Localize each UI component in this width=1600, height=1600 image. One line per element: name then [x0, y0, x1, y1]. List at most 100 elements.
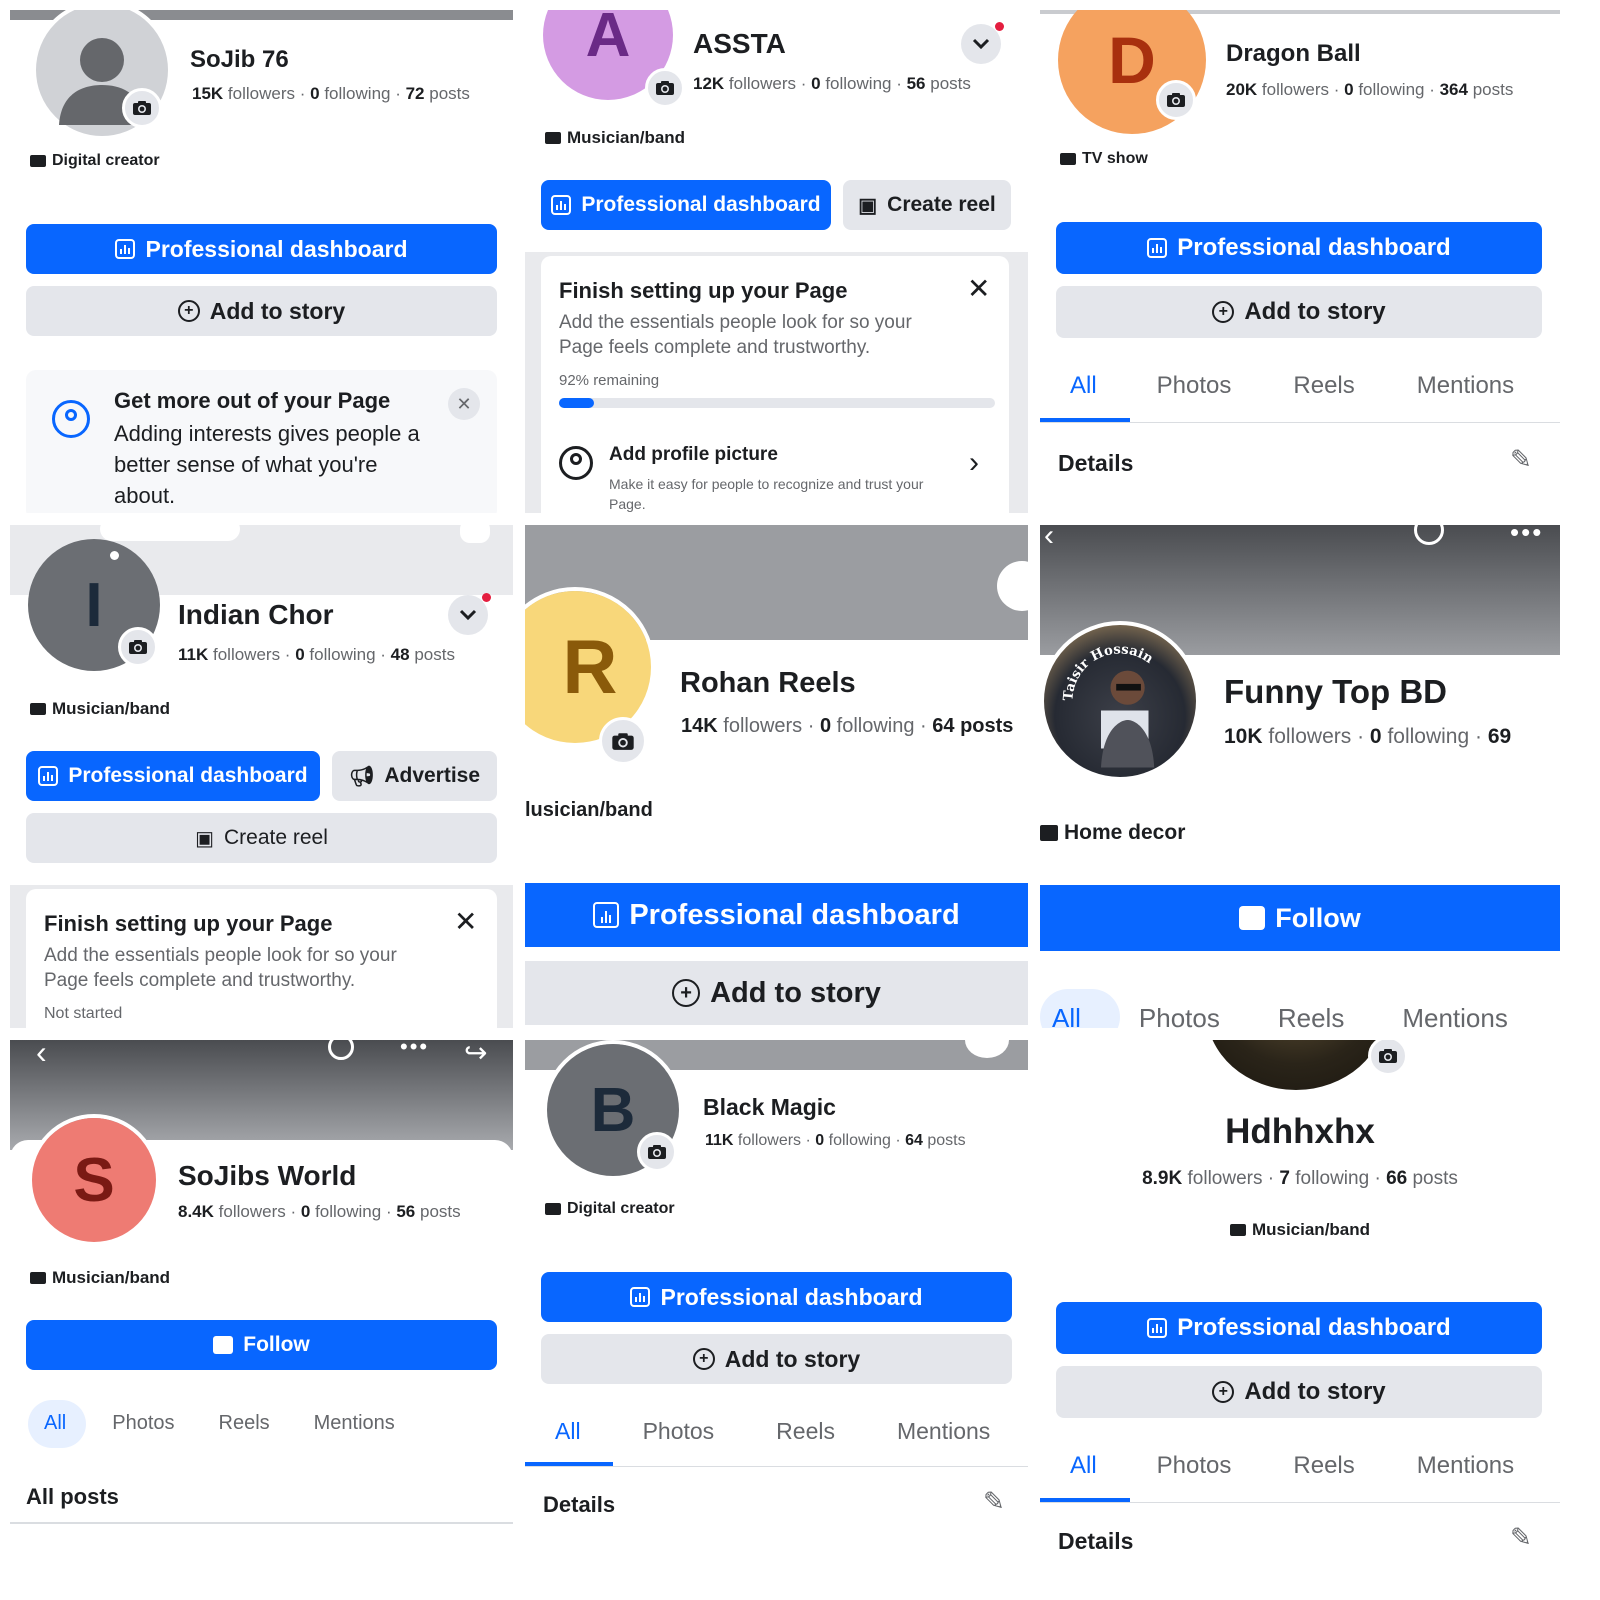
professional-dashboard-button[interactable]: Professional dashboard	[541, 180, 831, 230]
create-reel-button[interactable]: ▣ Create reel	[26, 813, 497, 863]
megaphone-icon: 📢︎	[348, 765, 375, 788]
category-icon	[1040, 825, 1058, 841]
tab-all[interactable]: All	[1070, 372, 1097, 400]
add-circle-icon: +	[177, 300, 200, 322]
camera-icon[interactable]	[122, 88, 162, 128]
avatar[interactable]: S	[28, 1114, 160, 1246]
category-icon	[30, 1272, 46, 1284]
camera-icon[interactable]	[599, 717, 647, 765]
divider	[1040, 422, 1560, 423]
professional-dashboard-button[interactable]: Professional dashboard	[1056, 1302, 1542, 1354]
page-category: Digital creator	[30, 152, 160, 170]
avatar-photo[interactable]	[1206, 1040, 1386, 1090]
edit-pencil-icon[interactable]: ✎	[1510, 444, 1532, 475]
camera-icon[interactable]	[1156, 80, 1196, 120]
professional-dashboard-button[interactable]: Professional dashboard	[26, 751, 320, 801]
close-icon[interactable]: ✕	[454, 905, 477, 938]
camera-icon[interactable]	[645, 68, 685, 108]
page-stats: 12K followers · 0 following · 56 posts	[693, 74, 971, 93]
tab-photos[interactable]: Photos	[112, 1412, 174, 1435]
page-stats: 10K followers · 0 following · 69	[1224, 725, 1512, 748]
page-name: Rohan Reels	[680, 667, 856, 699]
follow-button[interactable]: Follow	[26, 1320, 497, 1370]
tab-reels[interactable]: Reels	[1278, 1003, 1344, 1028]
more-options-icon[interactable]: •••	[400, 1040, 429, 1060]
profile-tile-rohan-reels: R Rohan Reels 14K followers · 0 followin…	[525, 525, 1028, 1028]
add-circle-icon: +	[1212, 301, 1235, 323]
tab-all[interactable]: All	[44, 1412, 66, 1435]
card-title: Finish setting up your Page	[44, 911, 333, 936]
add-to-story-button[interactable]: + Add to story	[1056, 1366, 1542, 1418]
tab-all[interactable]: All	[1052, 1003, 1081, 1028]
page-category: Musician/band	[1040, 1220, 1560, 1240]
content-tabs: All Photos Reels Mentions	[1052, 1003, 1508, 1028]
page-category: lusician/band	[525, 799, 653, 821]
camera-icon[interactable]	[118, 627, 158, 667]
details-heading: Details	[543, 1492, 616, 1517]
add-to-story-button[interactable]: + Add to story	[541, 1334, 1012, 1384]
camera-icon[interactable]	[1368, 1040, 1408, 1076]
edit-pencil-icon[interactable]: ✎	[983, 1486, 1005, 1517]
tab-mentions[interactable]: Mentions	[1402, 1003, 1508, 1028]
avatar-initial: R	[562, 624, 618, 710]
category-icon	[545, 1203, 561, 1215]
page-name: Funny Top BD	[1224, 673, 1448, 710]
tab-reels[interactable]: Reels	[1293, 1452, 1354, 1480]
add-to-story-button[interactable]: + Add to story	[1056, 286, 1542, 338]
follow-icon	[1239, 906, 1266, 930]
divider	[525, 1466, 1028, 1467]
create-reel-button[interactable]: ▣ Create reel	[843, 180, 1011, 230]
tab-all[interactable]: All	[555, 1418, 581, 1445]
tab-mentions[interactable]: Mentions	[314, 1412, 395, 1435]
tab-reels[interactable]: Reels	[219, 1412, 270, 1435]
add-to-story-button[interactable]: + Add to story	[26, 286, 497, 336]
more-options-icon[interactable]: •••	[1510, 525, 1543, 548]
back-arrow-icon[interactable]: ‹	[1044, 525, 1054, 553]
chevron-down-icon[interactable]	[961, 24, 1001, 64]
avatar-photo[interactable]: Taisir Hossain	[1040, 621, 1200, 781]
advertise-button[interactable]: 📢︎ Advertise	[332, 751, 497, 801]
tab-photos[interactable]: Photos	[1139, 1003, 1220, 1028]
professional-dashboard-button[interactable]: Professional dashboard	[26, 224, 497, 274]
share-icon[interactable]: ↪	[464, 1040, 487, 1069]
chevron-down-icon[interactable]	[448, 595, 488, 635]
card-description: Add the essentials people look for so yo…	[44, 945, 397, 991]
professional-dashboard-button[interactable]: Professional dashboard	[1056, 222, 1542, 274]
tab-all[interactable]: All	[1070, 1452, 1097, 1480]
tab-reels[interactable]: Reels	[776, 1418, 835, 1445]
tab-reels[interactable]: Reels	[1293, 372, 1354, 400]
professional-dashboard-button[interactable]: Professional dashboard	[541, 1272, 1012, 1322]
page-stats: 11K followers · 0 following · 64 posts	[705, 1132, 966, 1149]
camera-icon[interactable]	[637, 1132, 677, 1172]
professional-dashboard-button[interactable]: Professional dashboard	[525, 883, 1028, 947]
progress-bar	[559, 398, 995, 408]
close-icon[interactable]: ✕	[448, 388, 480, 420]
tab-mentions[interactable]: Mentions	[1417, 372, 1514, 400]
card-description: Adding interests gives people a better s…	[114, 421, 420, 508]
profile-tile-sojibs-world: ‹ ••• ↪ S SoJibs World 8.4K followers · …	[10, 1040, 513, 1560]
get-more-card: Get more out of your Page Adding interes…	[26, 370, 497, 513]
tab-photos[interactable]: Photos	[1157, 372, 1232, 400]
dashboard-icon	[115, 239, 136, 259]
page-stats: 15K followers · 0 following · 72 posts	[192, 84, 470, 103]
back-arrow-icon[interactable]: ‹	[36, 1040, 47, 1071]
follow-button[interactable]: Follow	[1040, 885, 1560, 951]
profile-tile-sojib76: SoJib 76 15K followers · 0 following · 7…	[10, 10, 513, 513]
card-title: Get more out of your Page	[114, 388, 391, 413]
avatar-initial: S	[73, 1145, 115, 1215]
page-name: SoJibs World	[178, 1160, 357, 1191]
add-to-story-button[interactable]: + Add to story	[525, 961, 1028, 1025]
cover-camera-button[interactable]	[460, 525, 490, 543]
tab-mentions[interactable]: Mentions	[897, 1418, 990, 1445]
tab-photos[interactable]: Photos	[643, 1418, 715, 1445]
edit-pencil-icon[interactable]: ✎	[1510, 1522, 1532, 1553]
reel-icon: ▣	[858, 194, 878, 217]
content-tabs: All Photos Reels Mentions	[1070, 1452, 1514, 1480]
profile-tile-assta: A ASSTA 12K followers · 0 following · 56…	[525, 10, 1028, 513]
chevron-right-icon[interactable]: ›	[969, 446, 979, 480]
page-name: ASSTA	[693, 28, 786, 59]
divider	[1040, 1502, 1560, 1503]
tab-mentions[interactable]: Mentions	[1417, 1452, 1514, 1480]
tab-photos[interactable]: Photos	[1157, 1452, 1232, 1480]
close-icon[interactable]: ✕	[967, 272, 990, 305]
